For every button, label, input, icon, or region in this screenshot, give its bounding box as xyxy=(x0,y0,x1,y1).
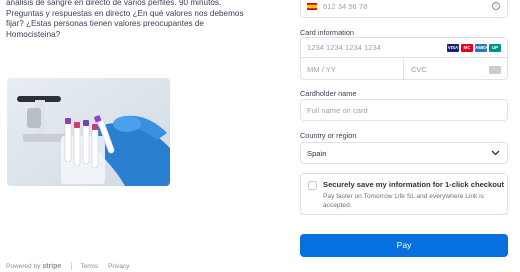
country-selected-value: Spain xyxy=(307,148,327,158)
unionpay-icon: UP xyxy=(489,44,501,52)
stripe-logo[interactable]: stripe xyxy=(42,263,61,270)
cardholder-name-label: Cardholder name xyxy=(300,89,357,98)
visa-icon: VISA xyxy=(447,44,459,52)
info-icon[interactable]: i xyxy=(492,2,500,10)
product-image xyxy=(7,78,170,186)
footer: Powered by stripe Terms Privacy xyxy=(6,262,139,270)
product-description: análisis de sangre en directo de varios … xyxy=(6,0,244,39)
cardholder-name-input[interactable]: Full name on card xyxy=(300,99,508,121)
terms-link[interactable]: Terms xyxy=(80,263,98,270)
link-save-option[interactable]: Securely save my information for 1-click… xyxy=(300,173,508,215)
card-cvc-input[interactable]: CVC xyxy=(405,59,507,80)
save-info-subtitle: Pay faster on Tomorrow Life SL and every… xyxy=(323,193,484,209)
powered-by-text: Powered by xyxy=(6,262,41,270)
card-expiry-input[interactable]: MM / YY xyxy=(301,59,404,80)
card-information-group: 1234 1234 1234 1234 VISA MC AMEX UP MM /… xyxy=(300,37,508,80)
card-information-label: Card information xyxy=(300,28,354,37)
cvc-card-icon xyxy=(489,66,501,74)
privacy-link[interactable]: Privacy xyxy=(108,263,129,270)
save-info-checkbox[interactable] xyxy=(308,181,317,190)
footer-divider xyxy=(71,262,73,270)
mastercard-icon: MC xyxy=(461,44,473,52)
phone-input[interactable]: 612 34 56 78 i xyxy=(300,0,508,18)
card-brand-icons: VISA MC AMEX UP xyxy=(447,44,501,52)
chevron-down-icon xyxy=(491,149,500,158)
country-select[interactable]: Spain xyxy=(300,142,508,164)
phone-value: 612 34 56 78 xyxy=(323,2,368,11)
save-info-title: Securely save my information for 1-click… xyxy=(323,180,505,189)
country-label: Country or region xyxy=(300,131,357,140)
pay-button[interactable]: Pay xyxy=(300,234,508,257)
payment-form: 612 34 56 78 i Card information 1234 123… xyxy=(258,0,520,272)
amex-icon: AMEX xyxy=(475,44,489,52)
cvc-placeholder: CVC xyxy=(411,65,428,74)
spain-flag-icon xyxy=(307,3,317,10)
product-panel: análisis de sangre en directo de varios … xyxy=(0,0,258,272)
